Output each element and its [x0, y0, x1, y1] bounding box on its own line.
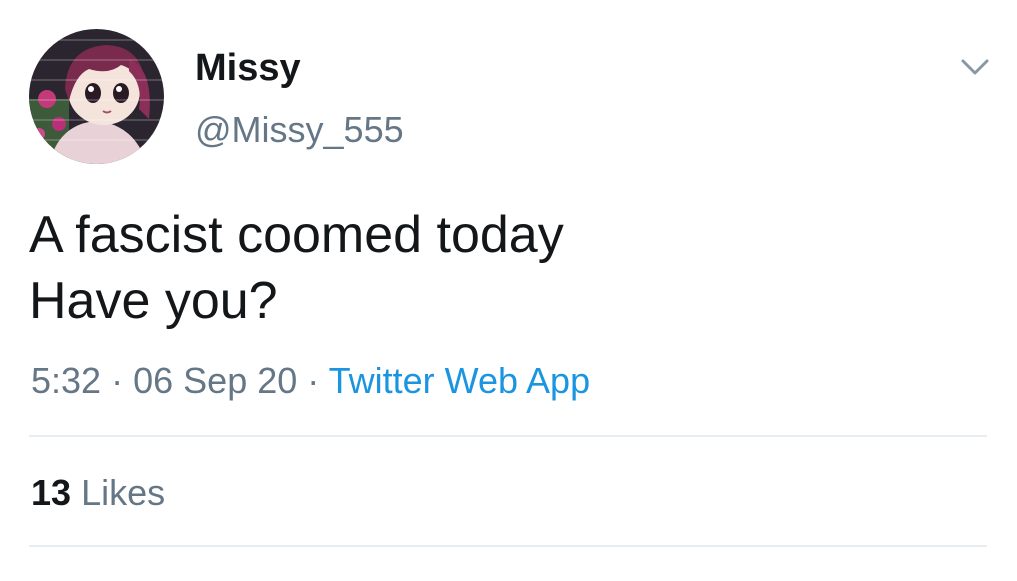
- user-handle[interactable]: @Missy_555: [195, 108, 404, 152]
- tweet-time[interactable]: 5:32: [31, 360, 101, 401]
- tweet-date[interactable]: 06 Sep 20: [133, 360, 297, 401]
- divider: [29, 435, 987, 437]
- tweet-meta: 5:32 · 06 Sep 20 · Twitter Web App: [31, 358, 590, 404]
- avatar[interactable]: [29, 29, 164, 164]
- tweet-card: Missy @Missy_555 A fascist coomed today …: [0, 0, 1017, 581]
- tweet-text: A fascist coomed today Have you?: [29, 202, 979, 334]
- display-name[interactable]: Missy: [195, 45, 301, 91]
- tweet-text-line: Have you?: [29, 272, 278, 330]
- likes-link[interactable]: 13 Likes: [31, 470, 165, 516]
- likes-label: Likes: [81, 472, 166, 513]
- tweet-source-link[interactable]: Twitter Web App: [329, 360, 590, 401]
- likes-count: 13: [31, 472, 72, 513]
- avatar-image: [29, 29, 164, 164]
- tweet-text-line: A fascist coomed today: [29, 206, 564, 264]
- chevron-down-icon[interactable]: [958, 54, 992, 80]
- meta-separator: ·: [307, 360, 320, 401]
- divider: [29, 545, 987, 547]
- meta-separator: ·: [111, 360, 124, 401]
